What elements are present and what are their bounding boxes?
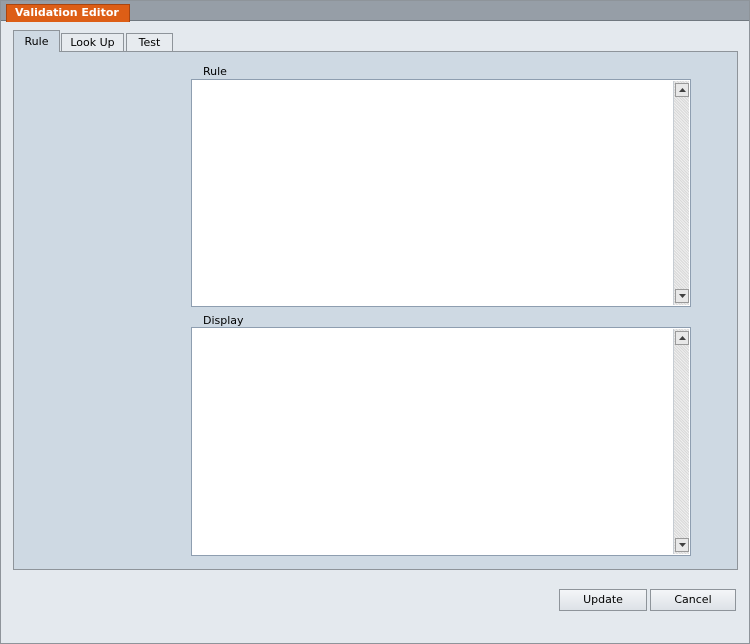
window-title: Validation Editor [6,4,130,22]
cancel-button[interactable]: Cancel [650,589,736,611]
rule-textarea[interactable] [192,80,673,306]
display-label: Display [203,314,244,327]
scroll-down-icon[interactable] [675,538,689,552]
display-scrollbar[interactable] [673,329,689,554]
rule-label: Rule [203,65,227,78]
tab-rule[interactable]: Rule [13,30,60,52]
tab-test[interactable]: Test [126,33,173,51]
display-textarea[interactable] [192,328,673,555]
rule-textarea-container [191,79,691,307]
scroll-up-icon[interactable] [675,83,689,97]
title-bar: Validation Editor [1,1,749,22]
tab-look-up[interactable]: Look Up [61,33,124,51]
rule-scrollbar[interactable] [673,81,689,305]
scroll-up-icon[interactable] [675,331,689,345]
display-textarea-container [191,327,691,556]
scroll-down-icon[interactable] [675,289,689,303]
update-button[interactable]: Update [559,589,647,611]
